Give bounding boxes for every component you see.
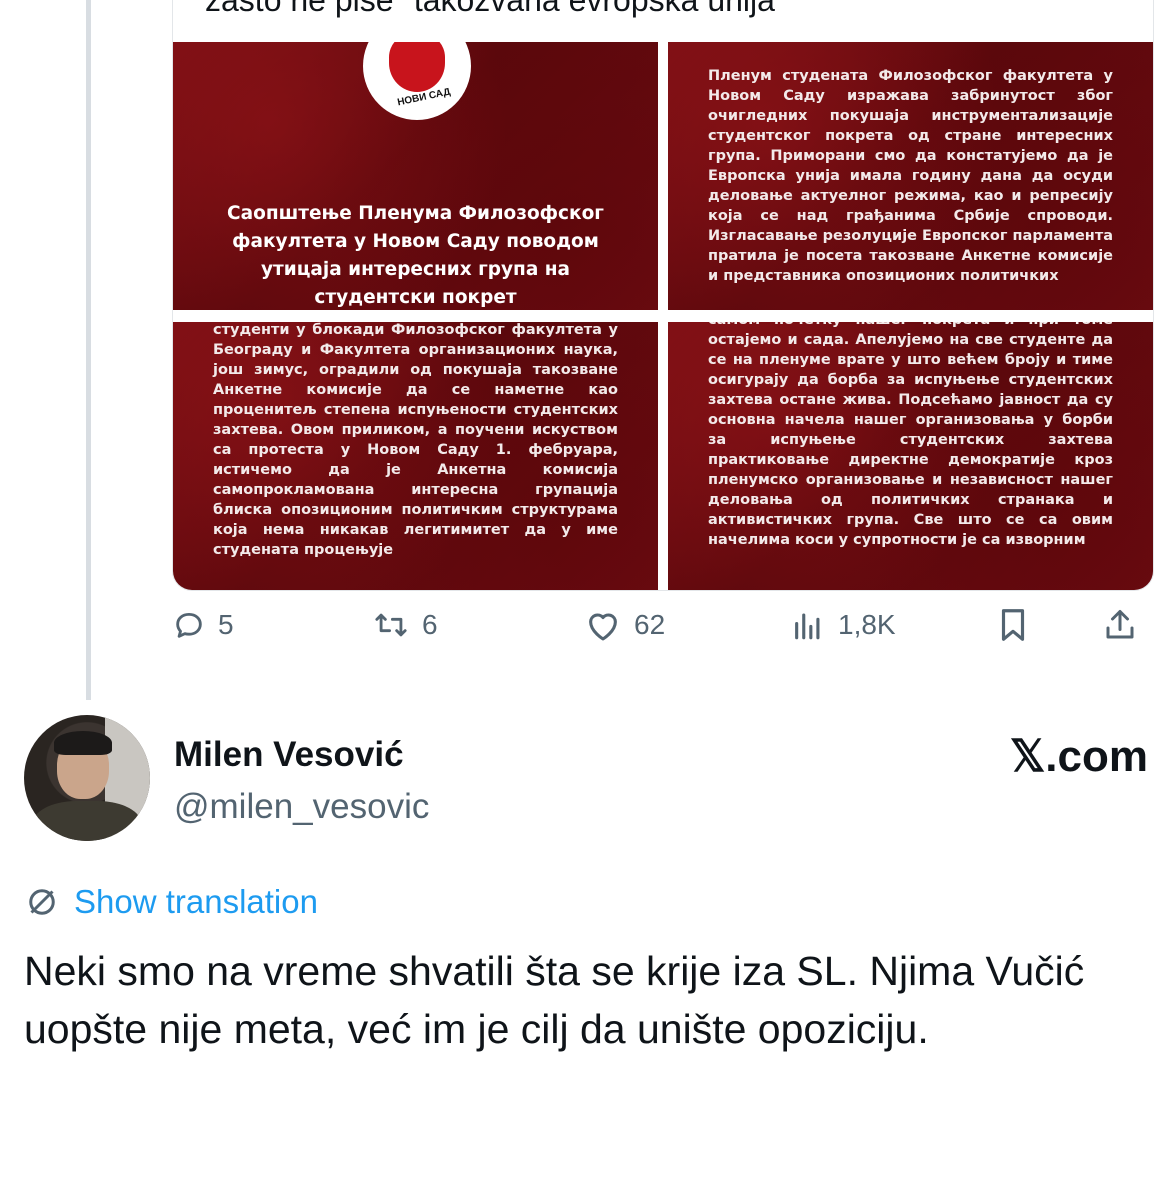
show-translation-label: Show translation [74,883,318,920]
translate-icon [29,889,55,915]
x-logo-watermark: 𝕏.com [1009,732,1148,781]
repost-count: 6 [422,609,438,640]
image-panel-4[interactable]: самом почетку нашег покрета и при томе о… [668,322,1153,590]
image-panel-1[interactable]: НОВИ САД Саопштење Пленума Филозофског ф… [173,42,658,310]
statement-text-2: Пленум студената Филозофског факултета у… [708,68,1114,284]
reply-icon [176,612,202,638]
author-name[interactable]: Milen Vesović [174,735,404,775]
tweet-text: Neki smo na vreme shvatili šta se krije … [24,948,1085,1052]
image-panel-2[interactable]: Пленум студената Филозофског факултета у… [668,42,1153,310]
views-icon [795,613,820,640]
image-panel-3[interactable]: студенти у блокади Филозофског факултета… [173,322,658,590]
statement-text-4: самом почетку нашег покрета и при томе о… [708,322,1113,548]
reply-button[interactable]: 5 [172,600,234,650]
repost-button[interactable]: 6 [372,600,438,650]
share-icon [1106,610,1134,639]
image-grid: НОВИ САД Саопштење Пленума Филозофског ф… [173,42,1153,590]
author-handle[interactable]: @milen_vesovic [174,787,429,827]
statement-text-3: студенти у блокади Филозофског факултета… [213,322,618,558]
thread-line [86,0,91,700]
faculty-logo: НОВИ САД [363,42,471,120]
statement-title: Саопштење Пленума Филозофског факултета … [227,203,604,308]
bookmark-button[interactable] [996,600,1030,650]
like-count: 62 [634,609,666,640]
tweet-actions: 5 6 62 1,8K [172,600,1152,650]
red-hand-icon [389,42,445,92]
share-button[interactable] [1102,600,1138,650]
like-button[interactable]: 62 [584,600,665,650]
views-count: 1,8K [838,609,896,640]
quoted-tweet-text: zašto ne piše "takozvana evropska unija" [205,0,787,18]
bookmark-icon [1001,609,1025,641]
reply-count: 5 [218,609,234,640]
views-button[interactable]: 1,8K [790,600,896,650]
quoted-tweet-card[interactable]: НОВИ САД Саопштење Пленума Филозофског ф… [172,0,1154,591]
heart-icon [589,613,617,641]
show-translation-link[interactable]: Show translation [24,880,318,924]
avatar[interactable] [24,715,150,841]
author-header: Milen Vesović @milen_vesovic 𝕏.com [24,715,1154,845]
repost-icon [375,613,407,637]
